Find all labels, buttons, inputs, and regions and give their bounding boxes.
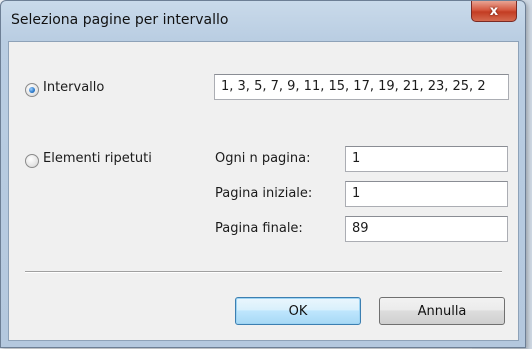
- start-page-input[interactable]: 1: [345, 181, 508, 207]
- end-page-label: Pagina finale:: [215, 221, 303, 236]
- close-icon: x: [489, 3, 499, 19]
- cancel-button-label: Annulla: [417, 303, 467, 319]
- repeated-items-label[interactable]: Elementi ripetuti: [43, 151, 152, 166]
- cancel-button[interactable]: Annulla: [379, 297, 505, 325]
- separator: [25, 271, 502, 273]
- every-n-label: Ogni n pagina:: [215, 151, 311, 166]
- every-n-input[interactable]: 1: [345, 146, 508, 172]
- close-button[interactable]: x: [471, 1, 517, 22]
- interval-input[interactable]: 1, 3, 5, 7, 9, 11, 15, 17, 19, 21, 23, 2…: [214, 74, 509, 100]
- end-page-input[interactable]: 89: [345, 216, 508, 242]
- dialog-title: Seleziona pagine per intervallo: [11, 12, 229, 28]
- repeated-items-radio[interactable]: [25, 154, 39, 168]
- dialog-body: Intervallo 1, 3, 5, 7, 9, 11, 15, 17, 19…: [8, 41, 519, 341]
- title-bar[interactable]: Seleziona pagine per intervallo x: [1, 1, 525, 41]
- dialog-window: Seleziona pagine per intervallo x Interv…: [0, 0, 526, 348]
- start-page-label: Pagina iniziale:: [215, 186, 313, 201]
- interval-label[interactable]: Intervallo: [43, 80, 104, 95]
- interval-radio[interactable]: [25, 83, 39, 97]
- ok-button-label: OK: [288, 303, 308, 319]
- ok-button[interactable]: OK: [235, 297, 361, 325]
